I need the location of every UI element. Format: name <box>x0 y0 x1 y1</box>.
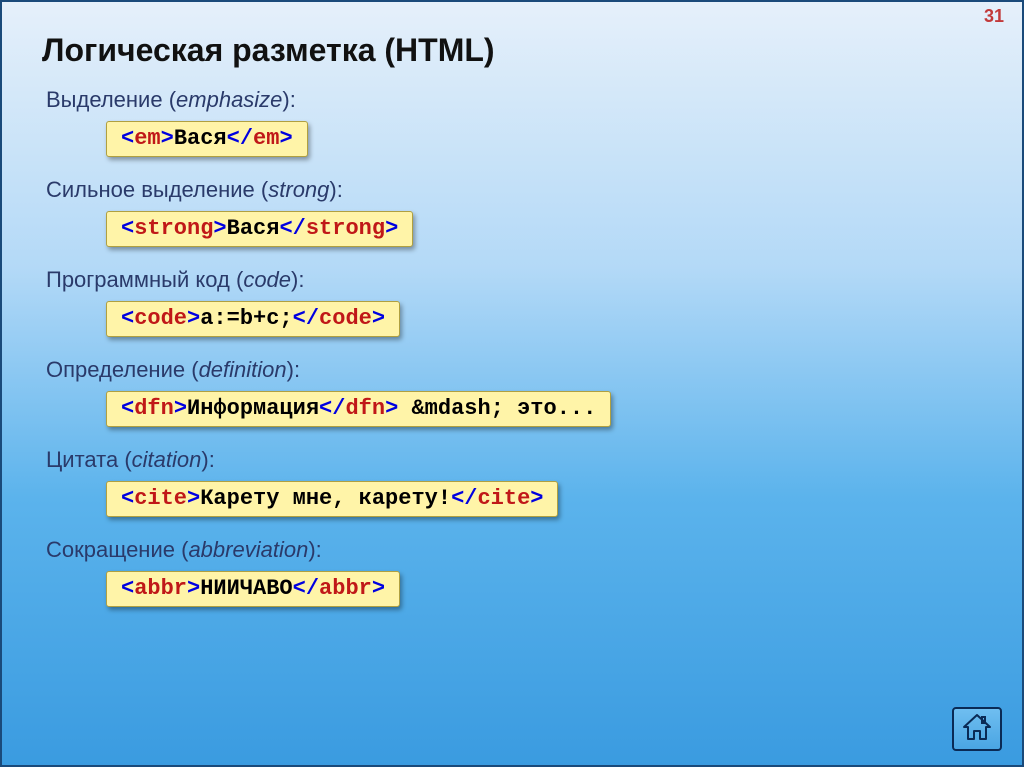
section-label: Сильное выделение (strong): <box>46 177 988 203</box>
section-label-en: code <box>243 267 291 292</box>
section-label: Определение (definition): <box>46 357 988 383</box>
code-example: <dfn>Информация</dfn> &mdash; это... <box>106 391 611 427</box>
bracket: </ <box>293 576 319 601</box>
section-label: Выделение (emphasize): <box>46 87 988 113</box>
tag-close: cite <box>477 486 530 511</box>
bracket: < <box>121 486 134 511</box>
page-number: 31 <box>984 6 1004 27</box>
tag-open: strong <box>134 216 213 241</box>
tag-close: dfn <box>345 396 385 421</box>
tag-close: code <box>319 306 372 331</box>
section-label-en: emphasize <box>176 87 282 112</box>
section-label-en: abbreviation <box>188 537 308 562</box>
bracket: </ <box>319 396 345 421</box>
tag-open: code <box>134 306 187 331</box>
code-example: <strong>Вася</strong> <box>106 211 413 247</box>
section-label-en: strong <box>268 177 329 202</box>
paren-close: ): <box>282 87 295 112</box>
paren-close: ): <box>308 537 321 562</box>
section-label: Цитата (citation): <box>46 447 988 473</box>
section-label-ru: Сильное выделение <box>46 177 255 202</box>
section-label-ru: Выделение <box>46 87 163 112</box>
tag-open: abbr <box>134 576 187 601</box>
bracket: < <box>121 126 134 151</box>
code-example: <cite>Карету мне, карету!</cite> <box>106 481 558 517</box>
tag-close: em <box>253 126 279 151</box>
paren-open: ( <box>169 87 176 112</box>
section-label: Сокращение (abbreviation): <box>46 537 988 563</box>
section-label-ru: Сокращение <box>46 537 175 562</box>
section-label-en: citation <box>132 447 202 472</box>
page-title: Логическая разметка (HTML) <box>42 32 988 69</box>
tag-content: Вася <box>227 216 280 241</box>
paren-close: ): <box>201 447 214 472</box>
paren-close: ): <box>287 357 300 382</box>
code-example: <em>Вася</em> <box>106 121 308 157</box>
bracket: </ <box>279 216 305 241</box>
code-example: <abbr>НИИЧАВО</abbr> <box>106 571 400 607</box>
tag-content: Карету мне, карету! <box>200 486 451 511</box>
tag-close: abbr <box>319 576 372 601</box>
bracket: > <box>385 216 398 241</box>
tag-content: НИИЧАВО <box>200 576 292 601</box>
paren-close: ): <box>291 267 304 292</box>
bracket: < <box>121 396 134 421</box>
bracket: < <box>121 576 134 601</box>
section-label-ru: Определение <box>46 357 185 382</box>
tag-content: Вася <box>174 126 227 151</box>
tag-open: em <box>134 126 160 151</box>
section-label-ru: Цитата <box>46 447 118 472</box>
paren-open: ( <box>191 357 198 382</box>
tag-open: cite <box>134 486 187 511</box>
paren-open: ( <box>124 447 131 472</box>
bracket: </ <box>227 126 253 151</box>
paren-close: ): <box>329 177 342 202</box>
bracket: </ <box>451 486 477 511</box>
bracket: > <box>372 306 385 331</box>
bracket: > <box>279 126 292 151</box>
bracket: > <box>530 486 543 511</box>
bracket: > <box>213 216 226 241</box>
tag-content: a:=b+c; <box>200 306 292 331</box>
bracket: > <box>161 126 174 151</box>
tag-close: strong <box>306 216 385 241</box>
bracket: > <box>187 306 200 331</box>
section-label-en: definition <box>199 357 287 382</box>
bracket: > <box>187 576 200 601</box>
bracket: > <box>187 486 200 511</box>
bracket: > <box>372 576 385 601</box>
bracket: > <box>385 396 398 421</box>
tag-content: Информация <box>187 396 319 421</box>
bracket: < <box>121 216 134 241</box>
home-icon <box>961 712 993 747</box>
home-button[interactable] <box>952 707 1002 751</box>
bracket: </ <box>293 306 319 331</box>
suffix: &mdash; это... <box>398 396 596 421</box>
bracket: > <box>174 396 187 421</box>
section-label: Программный код (code): <box>46 267 988 293</box>
bracket: < <box>121 306 134 331</box>
tag-open: dfn <box>134 396 174 421</box>
code-example: <code>a:=b+c;</code> <box>106 301 400 337</box>
section-label-ru: Программный код <box>46 267 230 292</box>
